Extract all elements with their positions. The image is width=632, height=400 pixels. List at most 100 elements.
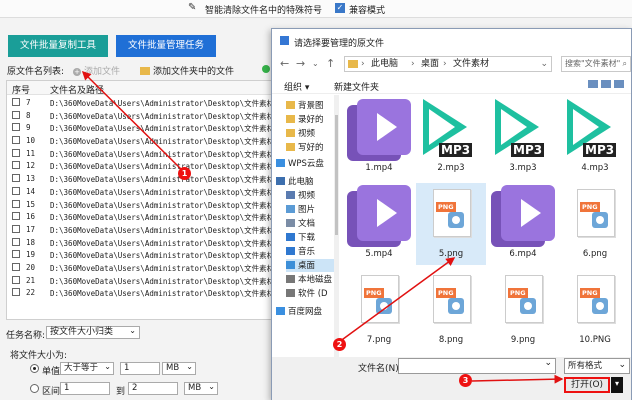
row-checkbox[interactable] xyxy=(12,237,20,246)
table-row[interactable]: 22 D:\360MoveData\Users\Administrator\Des… xyxy=(7,286,271,299)
nav-item[interactable]: 录好的 xyxy=(286,113,338,126)
file-tile[interactable]: MP3 2.mp3 xyxy=(416,97,486,179)
file-tile[interactable]: PNG 8.png xyxy=(416,269,486,351)
table-row[interactable]: 12 D:\360MoveData\Users\Administrator\Des… xyxy=(7,159,271,172)
table-row[interactable]: 20 D:\360MoveData\Users\Administrator\Des… xyxy=(7,261,271,274)
range-unit-select[interactable]: MB xyxy=(184,381,218,395)
single-value-row: 单值 大于等于 1 MB xyxy=(30,361,270,377)
file-tile[interactable]: PNG 7.png xyxy=(344,269,414,351)
crumb-this-pc[interactable]: 此电脑 xyxy=(371,57,398,71)
filename-input[interactable] xyxy=(398,358,556,374)
nav-item[interactable]: 图片 xyxy=(286,203,338,216)
nav-item[interactable]: 软件 (D xyxy=(286,287,338,300)
table-row[interactable]: 7 D:\360MoveData\Users\Administrator\Desk… xyxy=(7,96,271,109)
organize-menu[interactable]: 组织 ▾ xyxy=(284,80,309,93)
file-list-table[interactable]: 序号 文件名及路径 7 D:\360MoveData\Users\Administ… xyxy=(6,80,272,320)
open-button[interactable]: 打开(O) xyxy=(564,377,610,393)
nav-item-label: 背景图 xyxy=(298,101,324,111)
nav-item[interactable]: 背景图 xyxy=(286,99,338,112)
table-row[interactable]: 10 D:\360MoveData\Users\Administrator\Des… xyxy=(7,134,271,147)
nav-item[interactable]: 本地磁盘 xyxy=(286,273,338,286)
nav-item[interactable]: 音乐 xyxy=(286,245,338,258)
crumb-desktop[interactable]: 桌面 xyxy=(421,57,439,71)
row-checkbox[interactable] xyxy=(12,161,20,170)
recent-dropdown-icon[interactable]: ⌄ xyxy=(312,59,319,68)
nav-item[interactable]: 写好的 xyxy=(286,141,338,154)
search-input[interactable]: 搜索"文件素材" ⌕ xyxy=(561,56,631,72)
add-folder-button[interactable]: 添加文件夹中的文件 xyxy=(140,64,234,77)
row-checkbox[interactable] xyxy=(12,98,20,106)
row-checkbox[interactable] xyxy=(12,288,20,297)
file-tile[interactable]: 6.mp4 xyxy=(488,183,558,265)
crumb-files-folder[interactable]: 文件素材 xyxy=(453,57,489,71)
up-arrow-icon[interactable]: ↑ xyxy=(326,57,335,70)
row-checkbox[interactable] xyxy=(12,174,20,183)
row-checkbox[interactable] xyxy=(12,148,20,157)
nav-item[interactable]: WPS云盘 xyxy=(276,157,328,170)
nav-item[interactable]: 文档 xyxy=(286,217,338,230)
row-checkbox[interactable] xyxy=(12,199,20,208)
table-row[interactable]: 19 D:\360MoveData\Users\Administrator\Des… xyxy=(7,248,271,261)
back-arrow-icon[interactable]: ← xyxy=(280,57,289,70)
nav-item[interactable]: 桌面 xyxy=(286,259,338,272)
single-unit-select[interactable]: MB xyxy=(162,361,196,375)
table-row[interactable]: 18 D:\360MoveData\Users\Administrator\Des… xyxy=(7,236,271,249)
batch-copy-tool-button[interactable]: 文件批量复制工具 xyxy=(8,35,108,57)
clear-special-chars-option[interactable]: 智能清除文件名中的特殊符号 xyxy=(205,3,322,16)
range-from-input[interactable]: 1 xyxy=(60,382,110,395)
range-radio[interactable] xyxy=(30,384,39,393)
row-checkbox[interactable] xyxy=(12,250,20,259)
nav-item[interactable]: 百度网盘 xyxy=(276,305,328,318)
file-tile[interactable]: MP3 3.mp3 xyxy=(488,97,558,179)
task-name-select[interactable]: 按文件大小归类 xyxy=(46,325,140,339)
add-file-button[interactable]: + 添加文件 xyxy=(73,64,120,77)
single-value-radio[interactable] xyxy=(30,364,39,373)
nav-item[interactable]: 视频 xyxy=(286,189,338,202)
table-row[interactable]: 9 D:\360MoveData\Users\Administrator\Desk… xyxy=(7,121,271,134)
table-row[interactable]: 8 D:\360MoveData\Users\Administrator\Desk… xyxy=(7,109,271,122)
range-to-input[interactable]: 2 xyxy=(128,382,178,395)
comparison-select[interactable]: 大于等于 xyxy=(60,361,114,375)
task-name-label: 任务名称: xyxy=(6,331,46,341)
table-row[interactable]: 16 D:\360MoveData\Users\Administrator\Des… xyxy=(7,210,271,223)
table-row[interactable]: 14 D:\360MoveData\Users\Administrator\Des… xyxy=(7,185,271,198)
table-row[interactable]: 11 D:\360MoveData\Users\Administrator\Des… xyxy=(7,147,271,160)
address-bar[interactable]: › 此电脑 › 桌面 › 文件素材 ⌄ xyxy=(344,56,552,72)
file-tile[interactable]: PNG 9.png xyxy=(488,269,558,351)
table-row[interactable]: 21 D:\360MoveData\Users\Administrator\Des… xyxy=(7,274,271,287)
compat-mode-checkbox[interactable]: ✓ xyxy=(335,3,345,13)
view-mode-icons[interactable] xyxy=(585,80,625,90)
open-dropdown-icon[interactable]: ▾ xyxy=(611,377,623,393)
crumb-separator: › xyxy=(411,59,415,69)
row-checkbox[interactable] xyxy=(12,136,20,145)
nav-item[interactable]: 此电脑 xyxy=(276,175,328,188)
new-folder-button[interactable]: 新建文件夹 xyxy=(334,80,379,93)
row-checkbox[interactable] xyxy=(12,212,20,221)
table-row[interactable]: 15 D:\360MoveData\Users\Administrator\Des… xyxy=(7,198,271,211)
step-3-badge: 3 xyxy=(459,374,472,387)
single-value-input[interactable]: 1 xyxy=(120,362,160,375)
row-checkbox[interactable] xyxy=(12,262,20,271)
table-body: 7 D:\360MoveData\Users\Administrator\Desk… xyxy=(7,96,271,299)
file-tile[interactable]: MP3 4.mp3 xyxy=(560,97,630,179)
file-tile[interactable]: 1.mp4 xyxy=(344,97,414,179)
nav-item[interactable]: 视频 xyxy=(286,127,338,140)
file-tile[interactable]: PNG 5.png xyxy=(416,183,486,265)
row-checkbox[interactable] xyxy=(12,110,20,119)
file-tile[interactable]: 5.mp4 xyxy=(344,183,414,265)
row-checkbox[interactable] xyxy=(12,275,20,284)
row-checkbox[interactable] xyxy=(12,186,20,195)
row-checkbox[interactable] xyxy=(12,224,20,233)
address-dropdown-icon[interactable]: ⌄ xyxy=(540,57,548,71)
nav-scrollbar[interactable] xyxy=(334,95,339,357)
table-row[interactable]: 13 D:\360MoveData\Users\Administrator\Des… xyxy=(7,172,271,185)
file-tile[interactable]: PNG 6.png xyxy=(560,183,630,265)
file-tile[interactable]: PNG 10.PNG xyxy=(560,269,630,351)
png-file-icon: PNG xyxy=(347,271,411,333)
forward-arrow-icon[interactable]: → xyxy=(296,57,305,70)
nav-item[interactable]: 下载 xyxy=(286,231,338,244)
file-type-filter[interactable]: 所有格式 xyxy=(564,358,630,374)
row-checkbox[interactable] xyxy=(12,123,20,132)
batch-manage-task-button[interactable]: 文件批量管理任务 xyxy=(116,35,216,57)
table-row[interactable]: 17 D:\360MoveData\Users\Administrator\Des… xyxy=(7,223,271,236)
